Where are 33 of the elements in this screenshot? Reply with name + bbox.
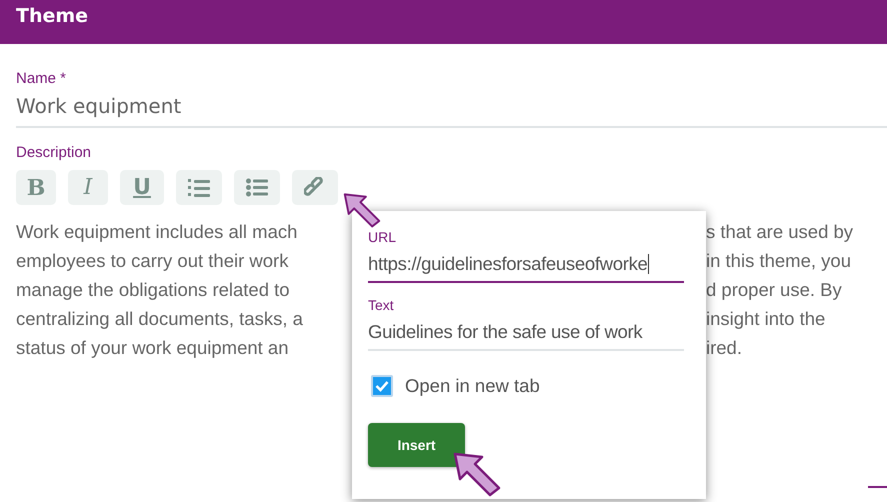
bullet-list-button[interactable] bbox=[234, 170, 280, 205]
description-text: s that are used by bbox=[706, 220, 854, 244]
arrow-icon bbox=[452, 451, 502, 497]
description-text: status of your work equipment an bbox=[16, 336, 290, 360]
checkbox[interactable] bbox=[371, 375, 393, 397]
field-label: Description bbox=[16, 144, 92, 162]
description-text: Work equipment includes all mach bbox=[16, 220, 298, 244]
url-field[interactable]: https://guidelinesforsafeuseofworke bbox=[368, 245, 684, 283]
description-text: manage the obligations related to bbox=[16, 278, 291, 302]
text-field[interactable]: Guidelines for the safe use of work bbox=[368, 313, 684, 351]
field-label: Name * bbox=[16, 70, 66, 88]
description-text: insight into the bbox=[706, 307, 826, 331]
numbered-list-icon bbox=[188, 178, 210, 198]
link-button[interactable] bbox=[292, 170, 338, 205]
checkbox-label[interactable]: Open in new tab bbox=[405, 375, 540, 397]
page-title: Theme bbox=[16, 4, 88, 29]
description-text: centralizing all documents, tasks, a bbox=[16, 307, 304, 331]
field-label: URL bbox=[368, 229, 396, 245]
description-text: d proper use. By bbox=[706, 278, 843, 302]
description-text: employees to carry out their work bbox=[16, 249, 290, 273]
field-label: Text bbox=[368, 297, 394, 313]
arrow-icon bbox=[342, 192, 382, 228]
description-text: in this theme, you bbox=[706, 249, 852, 273]
name-field[interactable]: Work equipment bbox=[16, 88, 887, 128]
insert-button[interactable]: Insert bbox=[368, 423, 465, 467]
bold-button[interactable]: B bbox=[16, 170, 56, 205]
check-icon bbox=[375, 380, 389, 392]
italic-button[interactable]: I bbox=[68, 170, 108, 205]
description-text: ired. bbox=[706, 336, 743, 360]
link-icon bbox=[304, 176, 326, 198]
underline-button[interactable]: U bbox=[120, 170, 164, 205]
bullet-list-icon bbox=[246, 178, 268, 197]
numbered-list-button[interactable] bbox=[176, 170, 222, 205]
